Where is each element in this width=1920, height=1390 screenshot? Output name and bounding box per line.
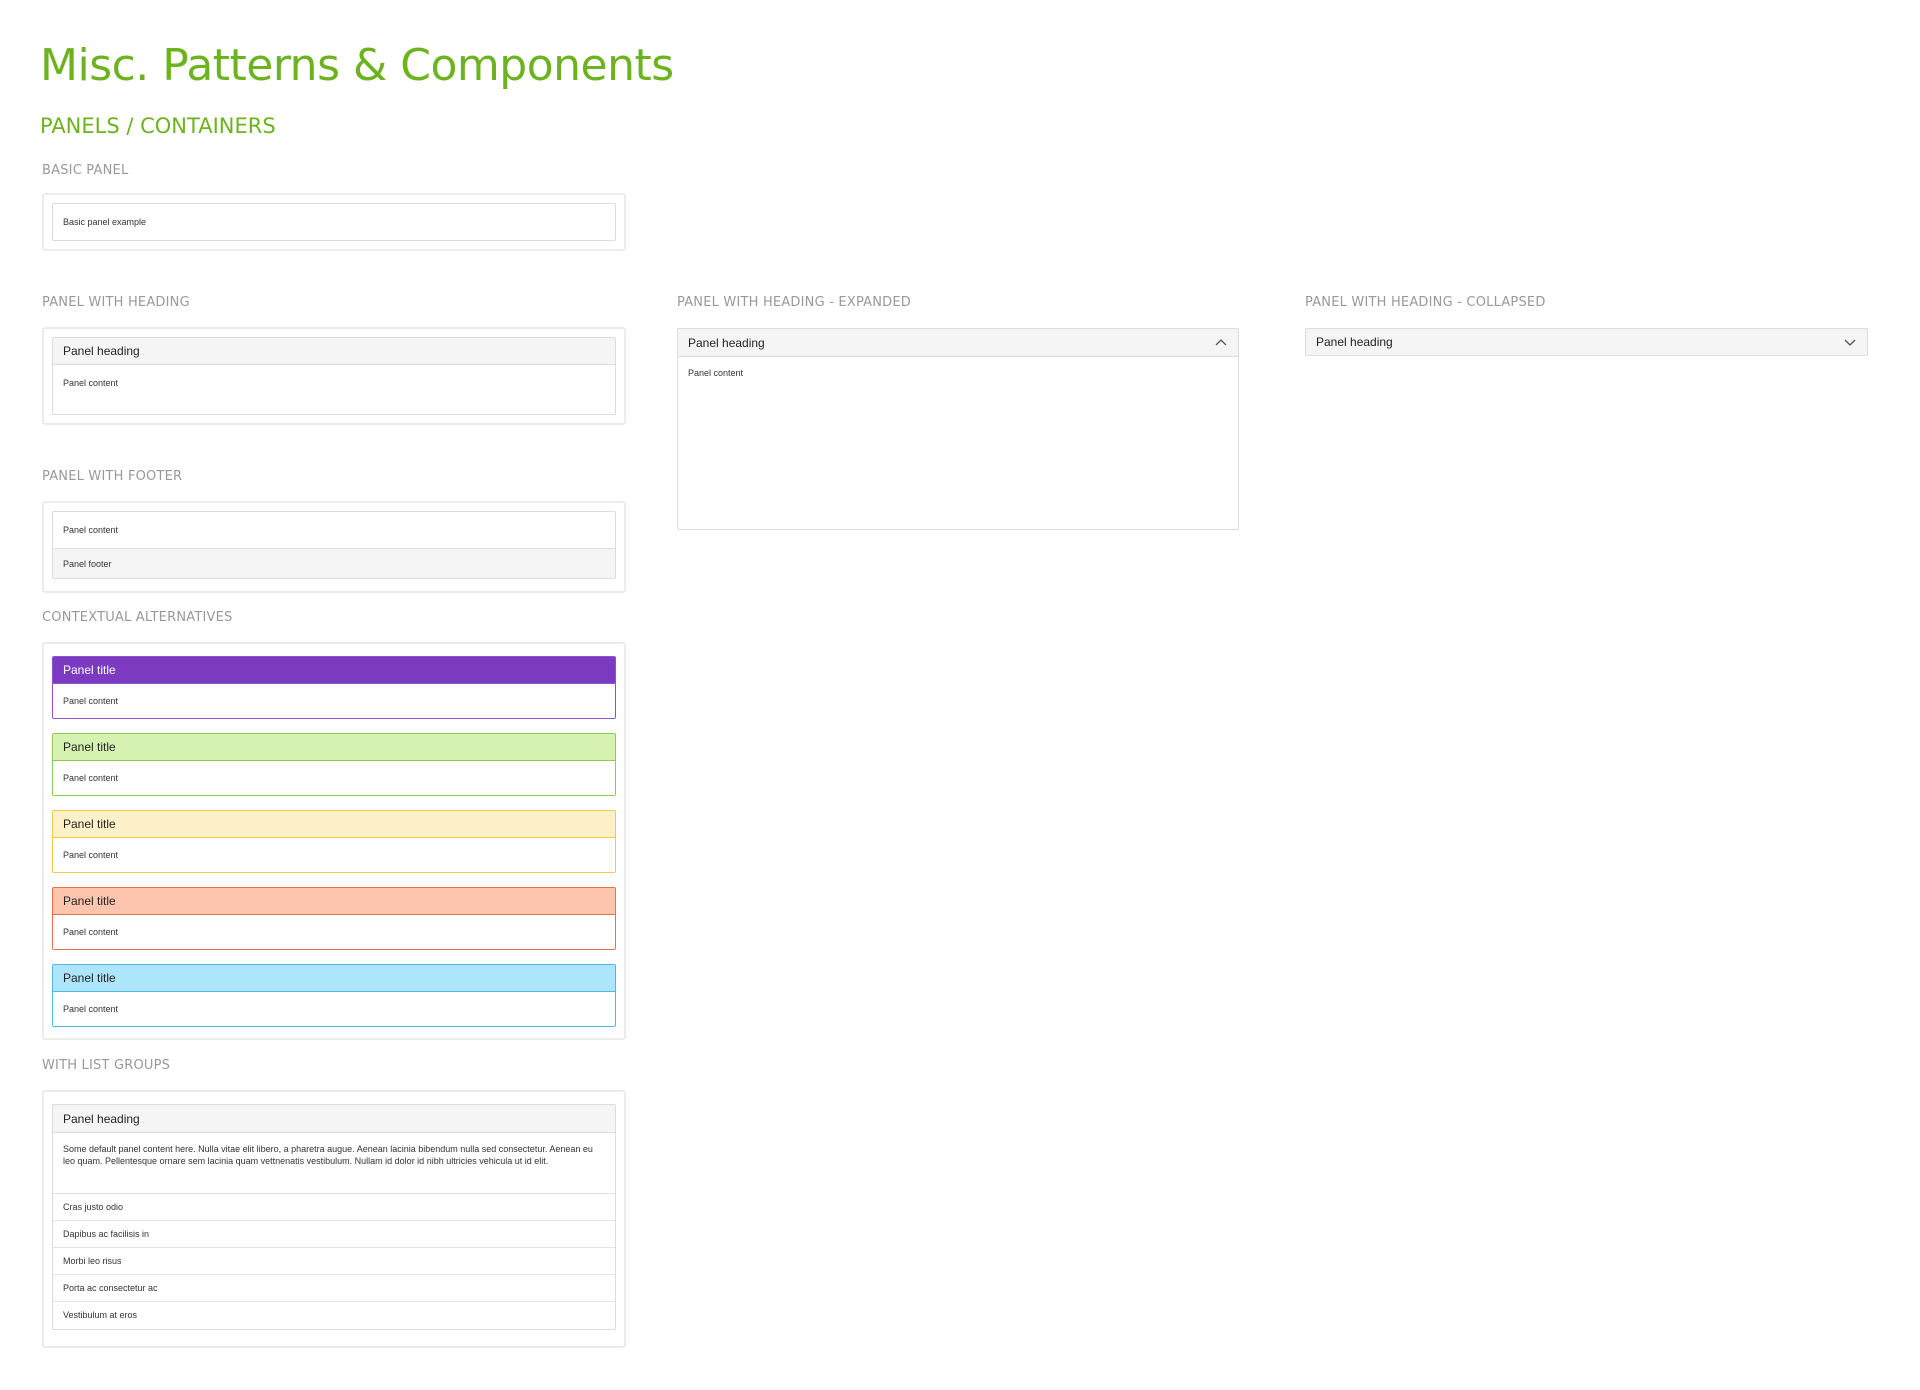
footer-panel: Panel content Panel footer — [52, 511, 616, 579]
contextual-panel: Panel title Panel content — [52, 887, 616, 950]
list-item[interactable]: Cras justo odio — [53, 1193, 615, 1220]
basic-panel-label: BASIC PANEL — [42, 163, 129, 178]
basic-panel: Basic panel example — [52, 203, 616, 241]
list-item[interactable]: Porta ac consectetur ac — [53, 1274, 615, 1301]
contextual-panel-list: Panel title Panel content Panel title Panel… — [52, 656, 616, 1027]
footer-panel-label: PANEL WITH FOOTER — [42, 469, 183, 484]
contextual-label: CONTEXTUAL ALTERNATIVES — [42, 610, 233, 625]
contextual-panel-title: Panel title — [53, 888, 615, 915]
contextual-panel-content: Panel content — [53, 684, 615, 718]
expanded-panel-heading[interactable]: Panel heading — [678, 329, 1238, 357]
contextual-panel-content: Panel content — [53, 915, 615, 949]
list-groups-panel: Panel heading Some default panel content… — [52, 1104, 616, 1330]
list-item[interactable]: Vestibulum at eros — [53, 1301, 615, 1328]
contextual-frame: Panel title Panel content Panel title Panel… — [42, 642, 626, 1040]
collapsed-panel-heading-text: Panel heading — [1316, 335, 1393, 349]
heading-panel: Panel heading Panel content — [52, 337, 616, 415]
collapsed-panel-heading[interactable]: Panel heading — [1306, 329, 1867, 355]
page-title: Misc. Patterns & Components — [40, 40, 674, 91]
list-group: Cras justo odio Dapibus ac facilisis in Mo… — [53, 1193, 615, 1328]
expanded-panel: Panel heading Panel content — [677, 328, 1239, 530]
basic-panel-frame: Basic panel example — [42, 193, 626, 251]
chevron-up-icon[interactable] — [1214, 336, 1228, 350]
panel-footer: Panel footer — [53, 548, 615, 578]
basic-panel-body: Basic panel example — [63, 217, 147, 227]
list-groups-body: Some default panel content here. Nulla v… — [63, 1144, 593, 1166]
section-title: PANELS / CONTAINERS — [40, 114, 276, 138]
collapsed-panel-label: PANEL WITH HEADING - COLLAPSED — [1305, 295, 1546, 310]
heading-panel-frame: Panel heading Panel content — [42, 327, 626, 425]
list-item[interactable]: Morbi leo risus — [53, 1247, 615, 1274]
list-groups-label: WITH LIST GROUPS — [42, 1058, 171, 1073]
contextual-panel-title: Panel title — [53, 811, 615, 838]
expanded-panel-heading-text: Panel heading — [688, 335, 765, 350]
panel-heading: Panel heading — [53, 338, 615, 365]
panel-body: Panel content — [63, 378, 119, 388]
contextual-panel-content: Panel content — [53, 761, 615, 795]
contextual-panel-content: Panel content — [53, 992, 615, 1026]
contextual-panel-content: Panel content — [53, 838, 615, 872]
chevron-down-icon[interactable] — [1843, 335, 1857, 349]
contextual-panel-title: Panel title — [53, 734, 615, 761]
contextual-panel: Panel title Panel content — [52, 810, 616, 873]
contextual-panel: Panel title Panel content — [52, 733, 616, 796]
footer-panel-body: Panel content — [63, 525, 119, 535]
list-item[interactable]: Dapibus ac facilisis in — [53, 1220, 615, 1247]
collapsed-panel: Panel heading — [1305, 328, 1868, 356]
expanded-panel-body: Panel content — [688, 368, 744, 378]
expanded-panel-label: PANEL WITH HEADING - EXPANDED — [677, 295, 912, 310]
contextual-panel-title: Panel title — [53, 657, 615, 684]
heading-panel-label: PANEL WITH HEADING — [42, 295, 190, 310]
footer-panel-frame: Panel content Panel footer — [42, 501, 626, 593]
contextual-panel: Panel title Panel content — [52, 964, 616, 1027]
contextual-panel: Panel title Panel content — [52, 656, 616, 719]
list-groups-frame: Panel heading Some default panel content… — [42, 1090, 626, 1348]
list-groups-heading: Panel heading — [53, 1105, 615, 1133]
contextual-panel-title: Panel title — [53, 965, 615, 992]
